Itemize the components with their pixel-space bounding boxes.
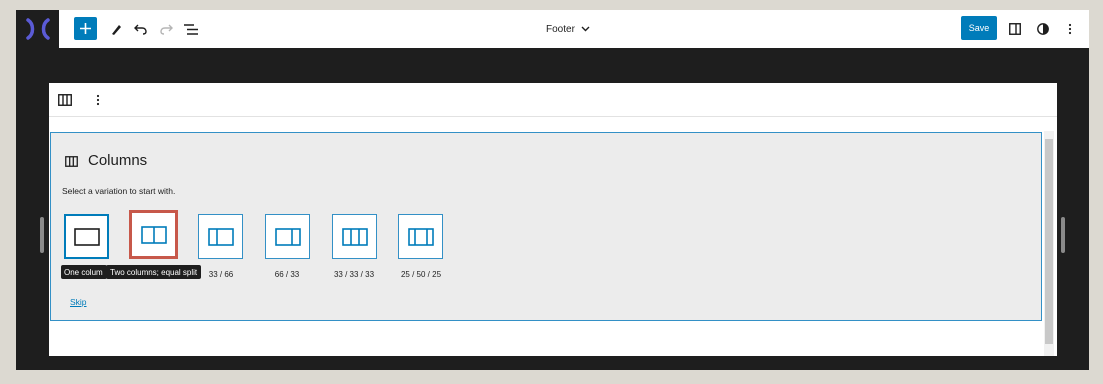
variation-33-33-33[interactable]	[332, 214, 377, 259]
tooltip-text: Two columns; equal split	[110, 267, 198, 277]
block-type-button[interactable]	[58, 93, 72, 111]
more-vertical-icon	[96, 94, 100, 106]
editor-frame: Footer Save Columns Select a variation t…	[16, 10, 1089, 370]
chevron-down-icon	[581, 26, 590, 32]
variation-66-33[interactable]	[265, 214, 310, 259]
options-button[interactable]	[1062, 10, 1078, 48]
block-options-button[interactable]	[96, 93, 100, 111]
tooltip-text: One colum	[64, 267, 103, 277]
variation-one-column[interactable]	[64, 214, 109, 259]
more-vertical-icon	[1068, 23, 1072, 35]
contrast-icon	[1037, 23, 1049, 35]
columns-33-66-icon	[207, 227, 234, 246]
styles-button[interactable]	[1034, 10, 1052, 48]
settings-sidebar-button[interactable]	[1006, 10, 1024, 48]
variation-label: 33 / 66	[208, 270, 234, 279]
placeholder-title: Columns	[88, 152, 148, 169]
document-title[interactable]: Footer	[546, 10, 590, 48]
left-resize-handle[interactable]	[40, 217, 44, 253]
three-columns-icon	[341, 227, 368, 246]
canvas-scrollbar[interactable]	[1044, 131, 1054, 356]
columns-25-50-25-icon	[407, 227, 434, 246]
placeholder-instructions: Select a variation to start with.	[62, 186, 176, 196]
save-button[interactable]: Save	[961, 16, 997, 40]
columns-icon	[58, 94, 72, 106]
list-view-button[interactable]	[182, 10, 200, 48]
skip-link[interactable]: Skip	[70, 297, 87, 307]
site-logo-icon[interactable]	[16, 10, 59, 48]
columns-66-33-icon	[274, 227, 301, 246]
editor-topbar: Footer Save	[16, 10, 1089, 48]
redo-icon	[159, 24, 173, 35]
one-column-icon	[73, 227, 100, 246]
columns-placeholder: Columns Select a variation to start with…	[50, 132, 1042, 321]
list-view-icon	[184, 23, 198, 35]
scrollbar-thumb[interactable]	[1045, 139, 1053, 344]
block-toolbar	[49, 83, 1057, 117]
editor-canvas: Columns Select a variation to start with…	[49, 83, 1057, 356]
columns-icon	[65, 154, 78, 172]
undo-icon	[133, 24, 147, 35]
redo-button[interactable]	[157, 10, 175, 48]
pen-icon	[111, 24, 121, 35]
variation-label: 66 / 33	[274, 270, 300, 279]
variation-33-66[interactable]	[198, 214, 243, 259]
right-resize-handle[interactable]	[1061, 217, 1065, 253]
variation-two-columns-equal[interactable]	[129, 210, 178, 259]
two-columns-icon	[140, 225, 167, 244]
tooltip-two-columns: Two columns; equal split	[106, 265, 202, 279]
variation-25-50-25[interactable]	[398, 214, 443, 259]
variation-label: 25 / 50 / 25	[400, 270, 442, 279]
tooltip-one-column: One colum	[61, 265, 107, 279]
document-title-text: Footer	[546, 23, 575, 35]
tools-button[interactable]	[107, 10, 125, 48]
plus-icon	[80, 23, 91, 34]
sidebar-toggle-icon	[1009, 23, 1021, 35]
variation-label: 33 / 33 / 33	[333, 270, 375, 279]
undo-button[interactable]	[131, 10, 149, 48]
block-inserter-button[interactable]	[74, 17, 97, 40]
